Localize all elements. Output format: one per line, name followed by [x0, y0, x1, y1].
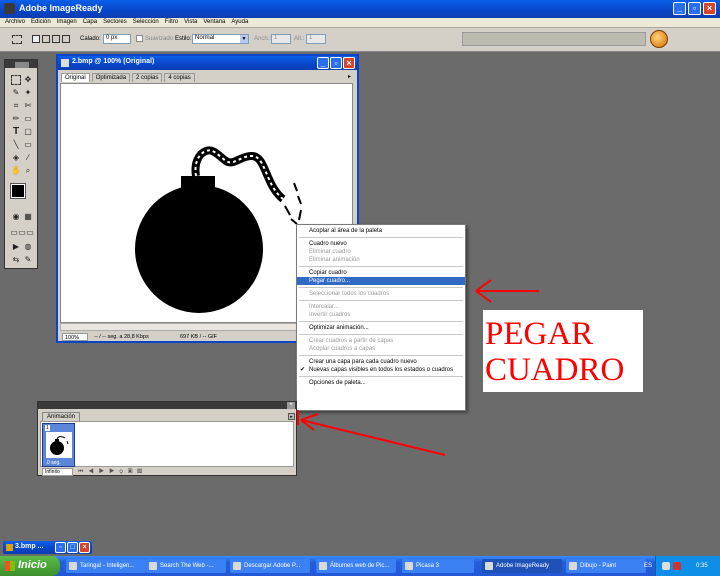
delete-frame-icon[interactable]: ▥: [138, 469, 148, 475]
first-frame-icon[interactable]: ⏮: [78, 469, 88, 475]
taskbar-item[interactable]: Álbumes web de Pic...: [316, 559, 396, 573]
minimized-maximize-button[interactable]: □: [67, 542, 78, 553]
frame-delay[interactable]: 0 seg.: [47, 460, 61, 466]
duplicate-frame-icon[interactable]: ▣: [128, 469, 138, 475]
next-frame-icon[interactable]: ▶: [109, 469, 119, 475]
loop-select[interactable]: Infinito: [42, 468, 73, 476]
taskbar-item[interactable]: Taringa! - Inteligen...: [66, 559, 146, 573]
taskbar: Inicio Taringa! - Inteligen... Search The…: [0, 556, 720, 576]
windows-logo-icon: [5, 561, 15, 571]
system-tray: ES 0:35: [644, 556, 720, 576]
tray-icon-2[interactable]: [673, 562, 681, 570]
start-label: Inicio: [18, 559, 47, 571]
start-button[interactable]: Inicio: [0, 556, 60, 576]
minimized-restore-button[interactable]: ▫: [55, 542, 66, 553]
taskbar-item[interactable]: Descargar Adobe P...: [230, 559, 310, 573]
palette-header: [38, 402, 296, 409]
frame-thumbnail[interactable]: 1 0 seg.: [42, 423, 75, 467]
playback-controls: ⏮◀▶▶⚲▣▥: [78, 468, 147, 476]
palette-close-button[interactable]: ×: [287, 402, 295, 409]
taskbar-item[interactable]: Picasa 3: [402, 559, 474, 573]
minimized-close-button[interactable]: ×: [79, 542, 90, 553]
minimized-doc-icon: [6, 544, 13, 551]
language-indicator[interactable]: ES: [644, 556, 652, 576]
tray-icon[interactable]: [662, 562, 670, 570]
animation-tab[interactable]: Animación: [42, 412, 81, 421]
animation-palette: × Animación ▸ 1 0 seg. Infinito ⏮◀▶▶⚲▣▥: [37, 401, 297, 476]
frames-area: [40, 421, 294, 467]
tween-icon[interactable]: ⚲: [119, 469, 127, 475]
minimized-document[interactable]: 3.bmp ... ▫ □ ×: [3, 541, 92, 554]
minimized-doc-title: 3.bmp ...: [15, 543, 44, 550]
frame-preview: [46, 432, 72, 458]
taskbar-item[interactable]: Search The Web -...: [146, 559, 226, 573]
taskbar-item[interactable]: Dibujo - Paint: [566, 559, 646, 573]
arrow-to-palette-menu: [300, 413, 446, 456]
annotation-arrows: [283, 279, 539, 456]
taskbar-item[interactable]: Adobe ImageReady: [482, 559, 562, 573]
frame-number: 1: [45, 425, 50, 431]
play-icon[interactable]: ▶: [99, 469, 109, 475]
palette-menu-button[interactable]: ▸: [288, 413, 295, 420]
clock: 0:35: [696, 563, 708, 569]
prev-frame-icon[interactable]: ◀: [88, 469, 98, 475]
arrow-to-menu-item: [475, 279, 539, 303]
